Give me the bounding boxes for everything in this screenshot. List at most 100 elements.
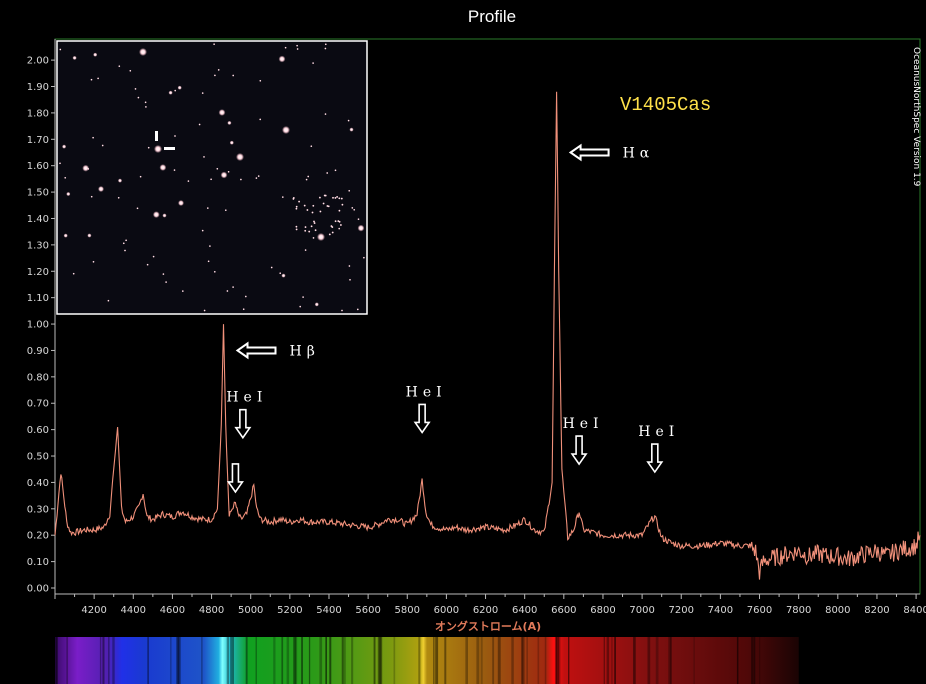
x-tick-label: 4800 [199,605,224,616]
star-point [66,191,71,197]
x-tick-label: 8200 [864,605,889,616]
star-point [284,46,287,49]
star-point [324,47,327,50]
star-point [335,195,339,199]
annotation-hei: HeI [226,390,262,440]
star-point [118,65,121,68]
x-tick-label: 7800 [786,605,811,616]
star-point [177,85,182,90]
star-point [356,308,359,311]
star-point [296,47,299,51]
y-tick-label: 1.20 [27,267,49,278]
star-point [282,126,290,134]
y-tick-label: 1.50 [27,188,49,199]
software-version-label: OceanusNorthSpec Version 1.9 [911,47,921,187]
star-point [305,178,308,181]
y-tick-label: 1.40 [27,214,49,225]
y-tick-label: 0.30 [27,504,49,515]
star-point [144,101,147,104]
star-point [299,305,302,308]
star-point [331,231,334,234]
star-point [362,256,365,259]
star-point [323,194,326,197]
star-point [139,48,147,56]
x-tick-label: 6600 [551,605,576,616]
y-tick-label: 1.60 [27,161,49,172]
x-tick-label: 6800 [590,605,615,616]
star-point [295,228,298,231]
star-point [213,270,216,273]
star-point [168,90,173,95]
star-point [278,55,286,63]
star-point [117,196,120,199]
y-tick-label: 0.70 [27,399,49,410]
star-point [202,155,206,158]
star-point [259,118,262,121]
down-arrow-icon [570,435,588,466]
x-tick-label: 8400 [903,605,926,616]
star-point [87,233,92,238]
star-point [208,245,211,248]
star-point [136,207,139,210]
star-point [90,195,93,198]
star-point [218,109,226,116]
star-point [159,164,167,171]
star-point [62,144,67,149]
x-tick-label: 6400 [512,605,537,616]
star-point [270,266,273,269]
star-point [295,225,298,228]
y-tick-label: 0.80 [27,372,49,383]
y-tick-label: 1.00 [27,320,49,331]
star-point [125,239,128,242]
star-point [340,309,344,312]
star-point [281,196,284,199]
star-point [259,79,262,82]
star-point [201,92,204,95]
x-tick-label: 4600 [160,605,185,616]
y-tick-label: 0.60 [27,425,49,436]
y-tick-label: 1.90 [27,82,49,93]
x-tick-label: 5400 [316,605,341,616]
left-arrow-icon [235,341,277,360]
annotation-label: Hβ [289,343,319,359]
y-tick-label: 1.30 [27,240,49,251]
star-point [92,260,95,263]
x-tick-label: 8000 [825,605,850,616]
annotation-h: Hα [568,143,649,162]
star-point [340,197,343,200]
star-point [317,233,325,241]
star-point [347,119,350,122]
star-point [337,219,340,223]
star-point [322,202,325,205]
annotation-hei: HeI [638,424,679,474]
star-point [314,229,317,232]
annotation-label: HeI [638,424,679,440]
star-point [87,167,90,170]
star-point [303,204,306,207]
star-point [146,263,149,266]
star-point [220,171,228,179]
star-point [216,167,219,170]
star-point [341,203,344,206]
star-point [198,123,201,126]
star-point [304,249,307,252]
star-point [201,229,204,232]
star-point [357,224,365,232]
x-tick-label: 7200 [669,605,694,616]
x-tick-label: 6200 [473,605,498,616]
star-point [312,204,315,207]
star-point [229,140,234,145]
star-point [318,196,322,199]
x-tick-label: 7600 [747,605,772,616]
y-tick-label: 0.90 [27,346,49,357]
star-point [326,171,329,175]
star-point [239,178,242,181]
annotation-h: Hβ [235,341,319,360]
star-point [338,197,341,200]
star-point [207,260,210,263]
y-tick-label: 0.40 [27,478,49,489]
star-point [313,221,316,225]
star-point [129,69,132,72]
y-tick-label: 1.80 [27,108,49,119]
left-arrow-icon [568,143,610,162]
